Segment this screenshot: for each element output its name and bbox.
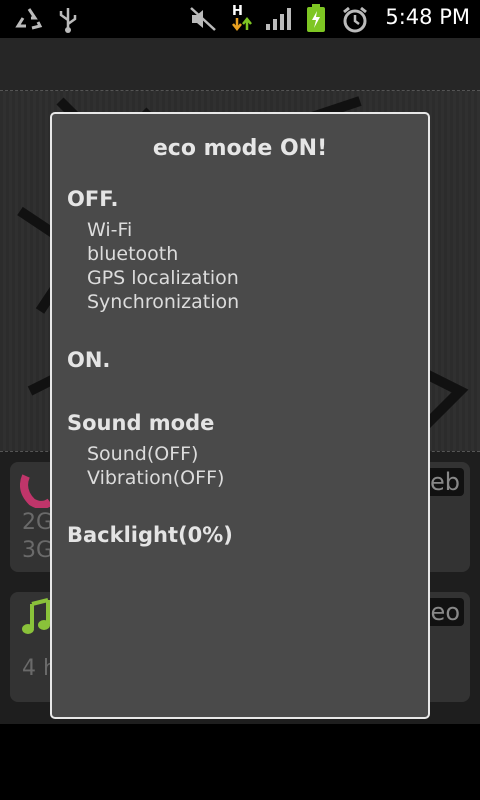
battery-charging-icon xyxy=(307,4,325,32)
phone-icon xyxy=(20,474,53,508)
off-heading: OFF. xyxy=(67,187,119,211)
alarm-icon xyxy=(343,6,367,33)
mute-icon xyxy=(190,7,216,31)
background-top-bar xyxy=(0,38,480,91)
sound-item-sound: Sound(OFF) xyxy=(87,443,199,465)
recycle-icon xyxy=(15,8,43,30)
on-heading: ON. xyxy=(67,348,111,372)
bottom-area xyxy=(0,724,480,800)
off-item-sync: Synchronization xyxy=(87,291,240,313)
music-note-icon xyxy=(22,598,50,634)
dialog-title: eco mode ON! xyxy=(152,136,328,161)
sound-mode-heading: Sound mode xyxy=(67,411,215,435)
eco-mode-dialog[interactable]: eco mode ON! OFF. Wi-Fi bluetooth GPS lo… xyxy=(50,112,430,719)
clock-time: 5:48 PM xyxy=(385,5,470,29)
backlight-heading: Backlight(0%) xyxy=(67,523,233,547)
status-bar: H 5:48 PM xyxy=(0,0,480,38)
card-line-2: 3G xyxy=(22,538,54,563)
card-line-1: 2G xyxy=(22,510,54,535)
off-item-wifi: Wi-Fi xyxy=(87,219,133,241)
sound-item-vibration: Vibration(OFF) xyxy=(87,467,225,489)
signal-icon xyxy=(266,8,291,30)
off-item-gps: GPS localization xyxy=(87,267,239,289)
data-transfer-icon: H xyxy=(230,4,254,32)
usb-icon xyxy=(59,8,77,33)
off-item-bluetooth: bluetooth xyxy=(87,243,179,265)
